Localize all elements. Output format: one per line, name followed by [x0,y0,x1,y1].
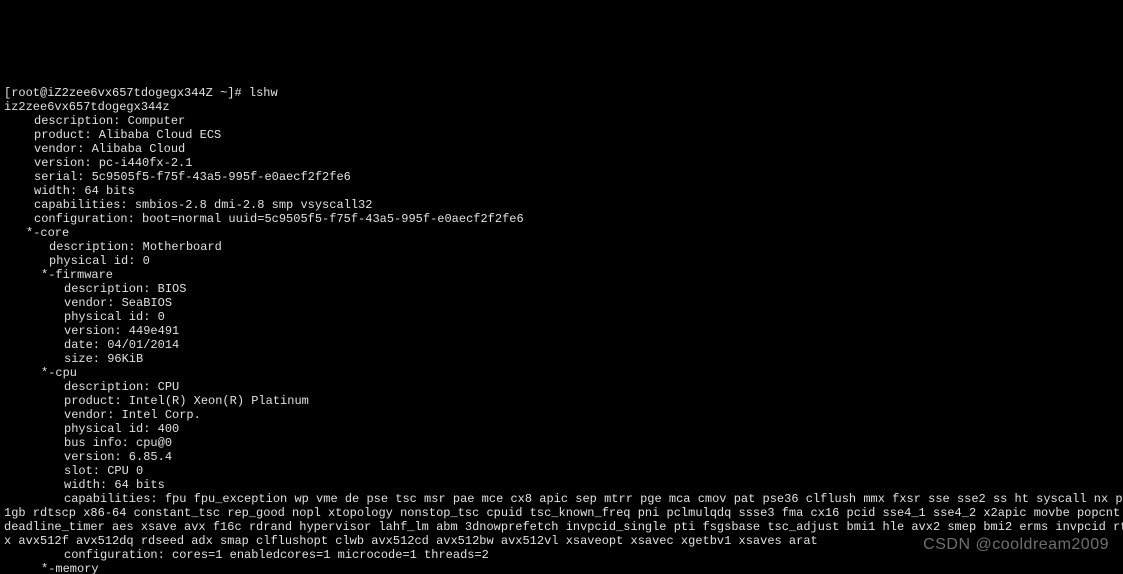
root-serial: serial: 5c9505f5-f75f-43a5-995f-e0aecf2f… [4,170,351,184]
cpu-header: *-cpu [4,366,77,380]
cpu-vendor: vendor: Intel Corp. [4,408,201,422]
firmware-physical-id: physical id: 0 [4,310,165,324]
terminal-output[interactable]: [root@iZ2zee6vx657tdogegx344Z ~]# lshw i… [0,70,1123,574]
cpu-width: width: 64 bits [4,478,165,492]
cpu-bus-info: bus info: cpu@0 [4,436,172,450]
root-capabilities: capabilities: smbios-2.8 dmi-2.8 smp vsy… [4,198,372,212]
cpu-version: version: 6.85.4 [4,450,172,464]
firmware-description: description: BIOS [4,282,186,296]
core-physical-id: physical id: 0 [4,254,150,268]
firmware-version: version: 449e491 [4,324,179,338]
cpu-capabilities-line2: 1gb rdtscp x86-64 constant_tsc rep_good … [4,506,1123,520]
firmware-vendor: vendor: SeaBIOS [4,296,172,310]
cpu-slot: slot: CPU 0 [4,464,143,478]
command-text: lshw [249,86,278,100]
root-width: width: 64 bits [4,184,135,198]
root-product: product: Alibaba Cloud ECS [4,128,221,142]
root-version: version: pc-i440fx-2.1 [4,156,192,170]
firmware-size: size: 96KiB [4,352,143,366]
core-header: *-core [4,226,69,240]
root-description: description: Computer [4,114,185,128]
cpu-physical-id: physical id: 400 [4,422,179,436]
cpu-product: product: Intel(R) Xeon(R) Platinum [4,394,309,408]
cpu-capabilities-line1: capabilities: fpu fpu_exception wp vme d… [4,492,1123,506]
cpu-capabilities-line3: deadline_timer aes xsave avx f16c rdrand… [4,520,1123,534]
firmware-header: *-firmware [4,268,113,282]
root-vendor: vendor: Alibaba Cloud [4,142,185,156]
root-configuration: configuration: boot=normal uuid=5c9505f5… [4,212,524,226]
core-description: description: Motherboard [4,240,222,254]
memory-header: *-memory [4,562,99,574]
cpu-capabilities-line4: x avx512f avx512dq rdseed adx smap clflu… [4,534,818,548]
hostname-echo: iz2zee6vx657tdogegx344z [4,100,170,114]
cpu-description: description: CPU [4,380,179,394]
prompt-line: [root@iZ2zee6vx657tdogegx344Z ~]# lshw [4,86,278,100]
firmware-date: date: 04/01/2014 [4,338,179,352]
